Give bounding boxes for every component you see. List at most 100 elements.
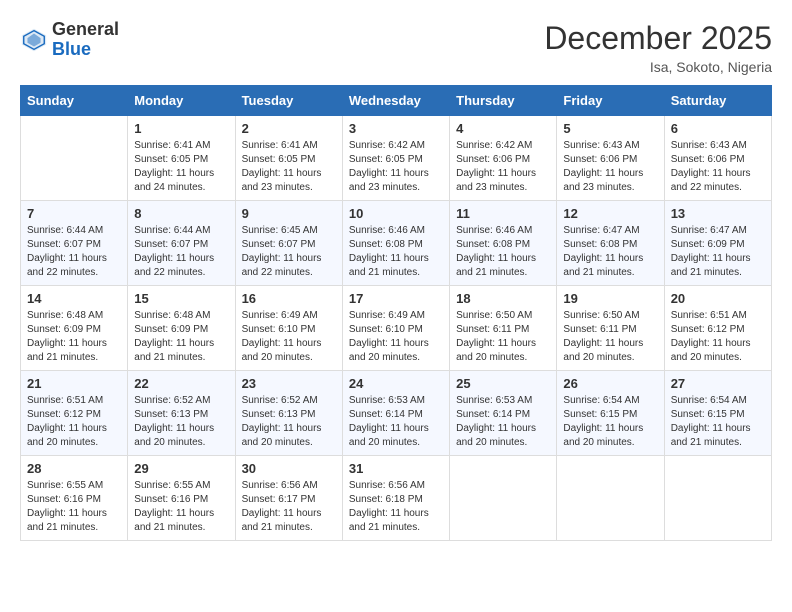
calendar-header-row: SundayMondayTuesdayWednesdayThursdayFrid… — [21, 86, 772, 116]
day-info: Sunrise: 6:54 AMSunset: 6:15 PMDaylight:… — [671, 394, 765, 450]
month-title: December 2025 — [544, 20, 772, 57]
day-number: 2 — [242, 121, 336, 136]
logo-icon — [20, 26, 48, 54]
day-number: 24 — [349, 376, 443, 391]
calendar-cell: 24 Sunrise: 6:53 AMSunset: 6:14 PMDayligh… — [342, 371, 449, 456]
calendar-body: 1Sunrise: 6:41 AMSunset: 6:05 PMDaylight… — [21, 116, 772, 541]
day-number: 30 — [242, 461, 336, 476]
calendar-cell: 29Sunrise: 6:55 AMSunset: 6:16 PMDayligh… — [128, 456, 235, 541]
day-info: Sunrise: 6:41 AMSunset: 6:05 PMDaylight:… — [134, 139, 228, 195]
logo-blue: Blue — [52, 40, 119, 60]
day-info: Sunrise: 6:56 AMSunset: 6:18 PMDaylight:… — [349, 479, 443, 535]
day-info: Sunrise: 6:51 AMSunset: 6:12 PMDaylight:… — [671, 309, 765, 365]
calendar-cell: 6 Sunrise: 6:43 AMSunset: 6:06 PMDaylight… — [664, 116, 771, 201]
day-number: 28 — [27, 461, 121, 476]
calendar-cell — [664, 456, 771, 541]
calendar-cell: 11 Sunrise: 6:46 AMSunset: 6:08 PMDayligh… — [450, 201, 557, 286]
day-number: 14 — [27, 291, 121, 306]
calendar-cell: 4Sunrise: 6:42 AMSunset: 6:06 PMDaylight… — [450, 116, 557, 201]
calendar-cell: 9 Sunrise: 6:45 AMSunset: 6:07 PMDaylight… — [235, 201, 342, 286]
day-info: Sunrise: 6:54 AMSunset: 6:15 PMDaylight:… — [563, 394, 657, 450]
calendar-cell: 12 Sunrise: 6:47 AMSunset: 6:08 PMDayligh… — [557, 201, 664, 286]
day-number: 21 — [27, 376, 121, 391]
day-number: 27 — [671, 376, 765, 391]
day-number: 22 — [134, 376, 228, 391]
calendar-table: SundayMondayTuesdayWednesdayThursdayFrid… — [20, 85, 772, 541]
calendar-week-4: 28 Sunrise: 6:55 AMSunset: 6:16 PMDayligh… — [21, 456, 772, 541]
day-number: 12 — [563, 206, 657, 221]
day-info: Sunrise: 6:43 AMSunset: 6:06 PMDaylight:… — [563, 139, 657, 195]
header-saturday: Saturday — [664, 86, 771, 116]
day-info: Sunrise: 6:46 AMSunset: 6:08 PMDaylight:… — [456, 224, 550, 280]
calendar-week-0: 1Sunrise: 6:41 AMSunset: 6:05 PMDaylight… — [21, 116, 772, 201]
day-info: Sunrise: 6:45 AMSunset: 6:07 PMDaylight:… — [242, 224, 336, 280]
header-thursday: Thursday — [450, 86, 557, 116]
day-info: Sunrise: 6:49 AMSunset: 6:10 PMDaylight:… — [349, 309, 443, 365]
calendar-cell: 14 Sunrise: 6:48 AMSunset: 6:09 PMDayligh… — [21, 286, 128, 371]
day-info: Sunrise: 6:53 AMSunset: 6:14 PMDaylight:… — [456, 394, 550, 450]
calendar-cell: 10Sunrise: 6:46 AMSunset: 6:08 PMDayligh… — [342, 201, 449, 286]
day-number: 6 — [671, 121, 765, 136]
day-info: Sunrise: 6:41 AMSunset: 6:05 PMDaylight:… — [242, 139, 336, 195]
calendar-cell: 19Sunrise: 6:50 AMSunset: 6:11 PMDayligh… — [557, 286, 664, 371]
day-number: 9 — [242, 206, 336, 221]
calendar-cell: 30 Sunrise: 6:56 AMSunset: 6:17 PMDayligh… — [235, 456, 342, 541]
day-number: 16 — [242, 291, 336, 306]
location: Isa, Sokoto, Nigeria — [544, 59, 772, 75]
logo-general: General — [52, 20, 119, 40]
day-number: 7 — [27, 206, 121, 221]
header-tuesday: Tuesday — [235, 86, 342, 116]
calendar-cell: 5Sunrise: 6:43 AMSunset: 6:06 PMDaylight… — [557, 116, 664, 201]
day-number: 20 — [671, 291, 765, 306]
calendar-cell: 17 Sunrise: 6:49 AMSunset: 6:10 PMDayligh… — [342, 286, 449, 371]
calendar-cell: 8Sunrise: 6:44 AMSunset: 6:07 PMDaylight… — [128, 201, 235, 286]
day-info: Sunrise: 6:56 AMSunset: 6:17 PMDaylight:… — [242, 479, 336, 535]
calendar-cell — [450, 456, 557, 541]
day-info: Sunrise: 6:48 AMSunset: 6:09 PMDaylight:… — [134, 309, 228, 365]
day-number: 8 — [134, 206, 228, 221]
day-info: Sunrise: 6:53 AMSunset: 6:14 PMDaylight:… — [349, 394, 443, 450]
day-number: 4 — [456, 121, 550, 136]
calendar-cell: 28 Sunrise: 6:55 AMSunset: 6:16 PMDayligh… — [21, 456, 128, 541]
calendar-cell: 18Sunrise: 6:50 AMSunset: 6:11 PMDayligh… — [450, 286, 557, 371]
day-number: 17 — [349, 291, 443, 306]
calendar-cell: 20 Sunrise: 6:51 AMSunset: 6:12 PMDayligh… — [664, 286, 771, 371]
day-number: 23 — [242, 376, 336, 391]
day-number: 10 — [349, 206, 443, 221]
calendar-cell: 13 Sunrise: 6:47 AMSunset: 6:09 PMDayligh… — [664, 201, 771, 286]
day-info: Sunrise: 6:50 AMSunset: 6:11 PMDaylight:… — [456, 309, 550, 365]
day-number: 25 — [456, 376, 550, 391]
day-info: Sunrise: 6:51 AMSunset: 6:12 PMDaylight:… — [27, 394, 121, 450]
day-info: Sunrise: 6:47 AMSunset: 6:08 PMDaylight:… — [563, 224, 657, 280]
day-info: Sunrise: 6:48 AMSunset: 6:09 PMDaylight:… — [27, 309, 121, 365]
day-number: 19 — [563, 291, 657, 306]
day-number: 11 — [456, 206, 550, 221]
day-number: 3 — [349, 121, 443, 136]
day-info: Sunrise: 6:55 AMSunset: 6:16 PMDaylight:… — [27, 479, 121, 535]
day-info: Sunrise: 6:47 AMSunset: 6:09 PMDaylight:… — [671, 224, 765, 280]
day-info: Sunrise: 6:52 AMSunset: 6:13 PMDaylight:… — [134, 394, 228, 450]
day-info: Sunrise: 6:44 AMSunset: 6:07 PMDaylight:… — [27, 224, 121, 280]
header-sunday: Sunday — [21, 86, 128, 116]
day-number: 13 — [671, 206, 765, 221]
calendar-cell: 23Sunrise: 6:52 AMSunset: 6:13 PMDayligh… — [235, 371, 342, 456]
calendar-cell: 25 Sunrise: 6:53 AMSunset: 6:14 PMDayligh… — [450, 371, 557, 456]
calendar-week-3: 21 Sunrise: 6:51 AMSunset: 6:12 PMDayligh… — [21, 371, 772, 456]
calendar-cell: 26 Sunrise: 6:54 AMSunset: 6:15 PMDayligh… — [557, 371, 664, 456]
calendar-cell — [557, 456, 664, 541]
calendar-cell: 3Sunrise: 6:42 AMSunset: 6:05 PMDaylight… — [342, 116, 449, 201]
page-header: General Blue December 2025 Isa, Sokoto, … — [20, 20, 772, 75]
calendar-cell: 15Sunrise: 6:48 AMSunset: 6:09 PMDayligh… — [128, 286, 235, 371]
calendar-cell — [21, 116, 128, 201]
calendar-cell: 31 Sunrise: 6:56 AMSunset: 6:18 PMDayligh… — [342, 456, 449, 541]
calendar-week-2: 14 Sunrise: 6:48 AMSunset: 6:09 PMDayligh… — [21, 286, 772, 371]
day-number: 26 — [563, 376, 657, 391]
day-info: Sunrise: 6:49 AMSunset: 6:10 PMDaylight:… — [242, 309, 336, 365]
calendar-week-1: 7 Sunrise: 6:44 AMSunset: 6:07 PMDaylight… — [21, 201, 772, 286]
calendar-cell: 27 Sunrise: 6:54 AMSunset: 6:15 PMDayligh… — [664, 371, 771, 456]
header-wednesday: Wednesday — [342, 86, 449, 116]
calendar-cell: 22 Sunrise: 6:52 AMSunset: 6:13 PMDayligh… — [128, 371, 235, 456]
day-number: 31 — [349, 461, 443, 476]
day-info: Sunrise: 6:43 AMSunset: 6:06 PMDaylight:… — [671, 139, 765, 195]
calendar-cell: 7 Sunrise: 6:44 AMSunset: 6:07 PMDaylight… — [21, 201, 128, 286]
